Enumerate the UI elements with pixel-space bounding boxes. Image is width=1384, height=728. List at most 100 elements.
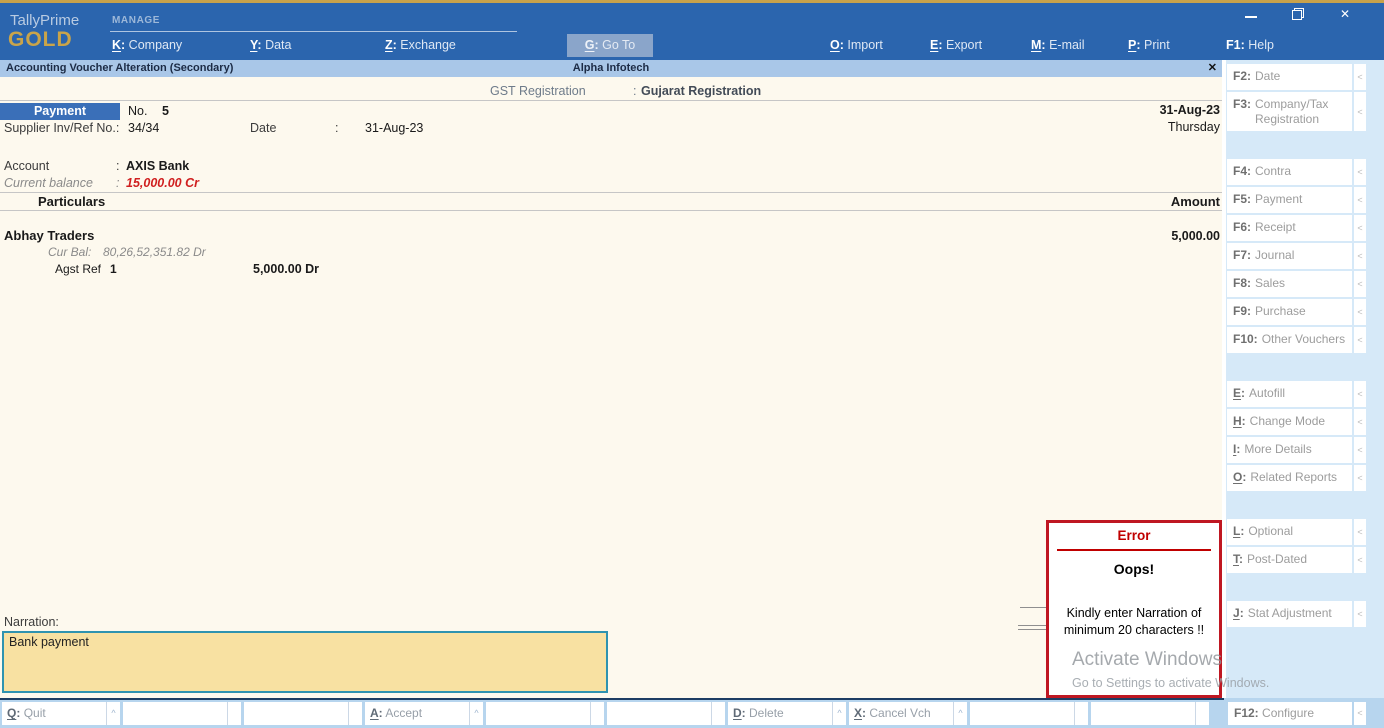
sidebar-button-f3[interactable]: F3:Company/Tax Registration bbox=[1227, 92, 1352, 131]
sidebar-row-f4: F4:Contra< bbox=[1227, 159, 1366, 185]
error-dialog-heading: Oops! bbox=[1049, 561, 1219, 577]
chevron-left-icon[interactable]: < bbox=[1354, 547, 1366, 573]
current-balance-value: 15,000.00 Cr bbox=[126, 176, 199, 190]
bottom-button-delete[interactable]: D: Delete^ bbox=[728, 702, 846, 725]
agst-ref-no[interactable]: 1 bbox=[110, 262, 117, 276]
caret-up-icon: ^ bbox=[107, 702, 120, 725]
narration-label: Narration: bbox=[4, 615, 59, 629]
configure-slot: F12: Configure < bbox=[1228, 702, 1366, 725]
top-menu-import[interactable]: O: Import bbox=[830, 38, 883, 52]
close-window-button[interactable]: ✕ bbox=[1334, 4, 1356, 24]
account-value[interactable]: AXIS Bank bbox=[126, 159, 189, 173]
goto-button[interactable]: G: Go To bbox=[567, 34, 653, 57]
gst-registration-value[interactable]: Gujarat Registration bbox=[641, 84, 761, 98]
company-name: Alpha Infotech bbox=[0, 62, 1222, 74]
chevron-left-icon[interactable]: < bbox=[1354, 243, 1366, 269]
restore-icon bbox=[1292, 8, 1304, 20]
date-value[interactable]: 31-Aug-23 bbox=[365, 121, 423, 135]
top-menu-print[interactable]: P: Print bbox=[1128, 38, 1170, 52]
chevron-left-icon[interactable]: < bbox=[1354, 381, 1366, 407]
sidebar-button-f2[interactable]: F2:Date bbox=[1227, 64, 1352, 90]
top-menu-e-mail[interactable]: M: E-mail bbox=[1031, 38, 1085, 52]
ledger-amount[interactable]: 5,000.00 bbox=[1171, 229, 1220, 243]
amount-total-double-rule bbox=[1018, 629, 1047, 630]
gst-separator: : bbox=[633, 84, 636, 98]
sidebar-button-e[interactable]: E:Autofill bbox=[1227, 381, 1352, 407]
chevron-left-icon[interactable]: < bbox=[1354, 437, 1366, 463]
bottom-slots: Q: Quit^ A: Accept^ D: Delete^X: Cancel Vc… bbox=[2, 702, 1209, 725]
current-balance-label: Current balance bbox=[4, 176, 93, 190]
sidebar-button-j[interactable]: J:Stat Adjustment bbox=[1227, 601, 1352, 627]
chevron-left-icon[interactable]: < bbox=[1354, 215, 1366, 241]
supplier-inv-value[interactable]: 34/34 bbox=[128, 121, 159, 135]
chevron-left-icon[interactable]: < bbox=[1354, 92, 1366, 131]
voucher-no-value[interactable]: 5 bbox=[162, 104, 169, 118]
sidebar-row-f9: F9:Purchase< bbox=[1227, 299, 1366, 325]
sidebar-button-t[interactable]: T:Post-Dated bbox=[1227, 547, 1352, 573]
sidebar-button-l[interactable]: L:Optional bbox=[1227, 519, 1352, 545]
sidebar-button-o[interactable]: O:Related Reports bbox=[1227, 465, 1352, 491]
bottom-button-cancel-vch[interactable]: X: Cancel Vch^ bbox=[849, 702, 967, 725]
configure-button[interactable]: F12: Configure bbox=[1228, 702, 1352, 725]
sidebar-row-h: H:Change Mode< bbox=[1227, 409, 1366, 435]
error-message-line1: Kindly enter Narration of bbox=[1049, 605, 1219, 622]
brand-tallyprime: TallyPrime bbox=[10, 12, 79, 29]
sidebar-button-h[interactable]: H:Change Mode bbox=[1227, 409, 1352, 435]
sidebar-row-j: J:Stat Adjustment< bbox=[1227, 601, 1366, 627]
sidebar-button-f7[interactable]: F7:Journal bbox=[1227, 243, 1352, 269]
sidebar-button-f8[interactable]: F8:Sales bbox=[1227, 271, 1352, 297]
top-menu-help[interactable]: F1: Help bbox=[1226, 38, 1274, 52]
voucher-form: GST Registration : Gujarat Registration … bbox=[0, 77, 1222, 698]
divider bbox=[0, 210, 1222, 211]
top-menu-export[interactable]: E: Export bbox=[930, 38, 982, 52]
manage-section-label: MANAGE bbox=[112, 15, 160, 26]
date-separator: : bbox=[335, 121, 338, 135]
divider bbox=[0, 192, 1222, 193]
bottom-button-empty bbox=[486, 702, 604, 725]
narration-input[interactable]: Bank payment bbox=[2, 631, 608, 693]
tallyprime-window: TallyPrime GOLD MANAGE K: CompanyY: Data… bbox=[0, 0, 1384, 728]
error-dialog: Error Oops! Kindly enter Narration of mi… bbox=[1046, 520, 1222, 698]
chevron-left-icon[interactable]: < bbox=[1354, 159, 1366, 185]
cur-bal-label: Cur Bal: bbox=[48, 245, 91, 259]
chevron-left-icon[interactable]: < bbox=[1354, 519, 1366, 545]
chevron-left-icon[interactable]: < bbox=[1354, 601, 1366, 627]
bottom-button-accept[interactable]: A: Accept^ bbox=[365, 702, 483, 725]
form-bottom-border bbox=[0, 698, 1224, 700]
top-menu-company[interactable]: K: Company bbox=[112, 38, 182, 52]
sidebar-button-f5[interactable]: F5:Payment bbox=[1227, 187, 1352, 213]
chevron-left-icon[interactable]: < bbox=[1354, 187, 1366, 213]
gst-registration-label: GST Registration bbox=[490, 84, 586, 98]
chevron-left-icon[interactable]: < bbox=[1354, 327, 1366, 353]
error-dialog-message: Kindly enter Narration of minimum 20 cha… bbox=[1049, 605, 1219, 639]
error-dialog-rule bbox=[1057, 549, 1211, 551]
chevron-left-icon[interactable]: < bbox=[1354, 409, 1366, 435]
chevron-left-icon[interactable]: < bbox=[1354, 465, 1366, 491]
sidebar-row-f7: F7:Journal< bbox=[1227, 243, 1366, 269]
restore-button[interactable] bbox=[1287, 4, 1309, 24]
sidebar-button-f9[interactable]: F9:Purchase bbox=[1227, 299, 1352, 325]
agst-ref-amount[interactable]: 5,000.00 Dr bbox=[253, 262, 319, 276]
sidebar-button-f6[interactable]: F6:Receipt bbox=[1227, 215, 1352, 241]
cur-bal-value: 80,26,52,351.82 Dr bbox=[103, 245, 206, 259]
top-menu-data[interactable]: Y: Data bbox=[250, 38, 291, 52]
top-menu-exchange[interactable]: Z: Exchange bbox=[385, 38, 456, 52]
minimize-button[interactable] bbox=[1240, 4, 1262, 24]
activate-windows-watermark: Activate Windows bbox=[1072, 649, 1222, 671]
sidebar-button-f10[interactable]: F10:Other Vouchers bbox=[1227, 327, 1352, 353]
chevron-left-icon[interactable]: < bbox=[1354, 299, 1366, 325]
sidebar-button-f4[interactable]: F4:Contra bbox=[1227, 159, 1352, 185]
chevron-left-icon[interactable]: < bbox=[1354, 702, 1366, 725]
ledger-name[interactable]: Abhay Traders bbox=[4, 228, 94, 243]
chevron-left-icon[interactable]: < bbox=[1354, 64, 1366, 90]
balance-separator: : bbox=[116, 176, 119, 190]
sidebar-row-f5: F5:Payment< bbox=[1227, 187, 1366, 213]
caret-up-icon: ^ bbox=[833, 702, 846, 725]
close-icon[interactable]: ✕ bbox=[1208, 61, 1217, 74]
bottom-button-empty bbox=[607, 702, 725, 725]
bottom-button-empty bbox=[244, 702, 362, 725]
bottom-button-quit[interactable]: Q: Quit^ bbox=[2, 702, 120, 725]
sidebar-button-i[interactable]: I:More Details bbox=[1227, 437, 1352, 463]
chevron-left-icon[interactable]: < bbox=[1354, 271, 1366, 297]
sidebar-row-i: I:More Details< bbox=[1227, 437, 1366, 463]
